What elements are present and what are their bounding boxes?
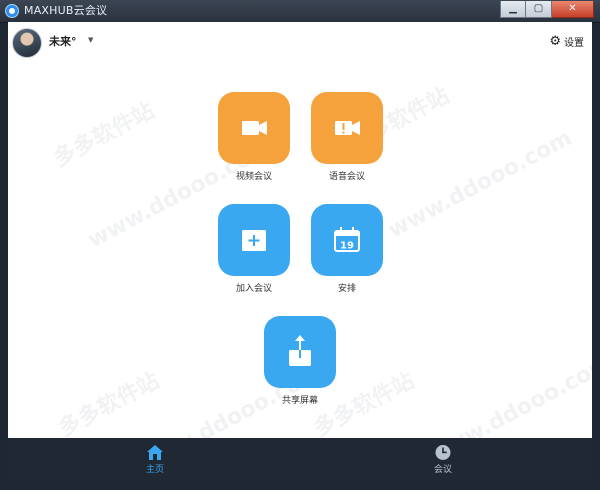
avatar[interactable] — [12, 28, 42, 58]
window-titlebar: MAXHUB云会议 ▁ ▢ ✕ — [0, 0, 600, 23]
watermark-url: www.ddooo.com — [384, 125, 577, 244]
watermark-text: 多多软件站 — [54, 368, 164, 438]
nav-item-home[interactable]: 主页 — [125, 444, 185, 476]
schedule-button[interactable]: 19 — [311, 204, 383, 276]
video-meeting-button[interactable] — [218, 92, 290, 164]
app-logo-icon — [5, 4, 19, 18]
home-icon — [147, 445, 163, 460]
nav-item-meetings[interactable]: 会议 — [413, 444, 473, 476]
clock-icon — [435, 445, 451, 460]
gear-icon: ⚙ — [549, 34, 561, 49]
watermark-url: www.ddooo.com — [424, 350, 592, 438]
chevron-down-icon[interactable]: ▼ — [88, 36, 93, 44]
window-controls: ▁ ▢ ✕ — [500, 1, 594, 19]
calendar-icon: 19 — [334, 227, 360, 252]
voice-meeting-button[interactable] — [311, 92, 383, 164]
nav-label-home: 主页 — [145, 465, 164, 475]
bottom-nav: 主页 会议 — [8, 438, 592, 483]
video-camera-icon — [242, 121, 267, 135]
settings-label: 设置 — [564, 38, 584, 49]
voice-meeting-label: 语音会议 — [328, 172, 365, 182]
settings-button[interactable]: ⚙ 设置 — [549, 34, 584, 49]
schedule-label: 安排 — [337, 284, 356, 294]
calendar-day: 19 — [340, 241, 354, 252]
close-button[interactable]: ✕ — [552, 1, 594, 18]
share-screen-label: 共享屏幕 — [281, 396, 318, 406]
share-upload-icon — [289, 335, 311, 366]
window-title: MAXHUB云会议 — [24, 4, 108, 17]
share-screen-button[interactable] — [264, 316, 336, 388]
voice-camera-icon — [335, 121, 360, 135]
nav-label-meetings: 会议 — [433, 465, 452, 475]
maximize-button[interactable]: ▢ — [526, 1, 552, 18]
user-name[interactable]: 未来° — [49, 35, 77, 49]
add-box-icon — [242, 230, 266, 251]
main-panel: 多多软件站 多多软件站 www.ddooo.com www.ddooo.com … — [8, 22, 592, 438]
minimize-button[interactable]: ▁ — [500, 1, 526, 18]
join-meeting-button[interactable] — [218, 204, 290, 276]
watermark-text: 多多软件站 — [49, 98, 159, 173]
